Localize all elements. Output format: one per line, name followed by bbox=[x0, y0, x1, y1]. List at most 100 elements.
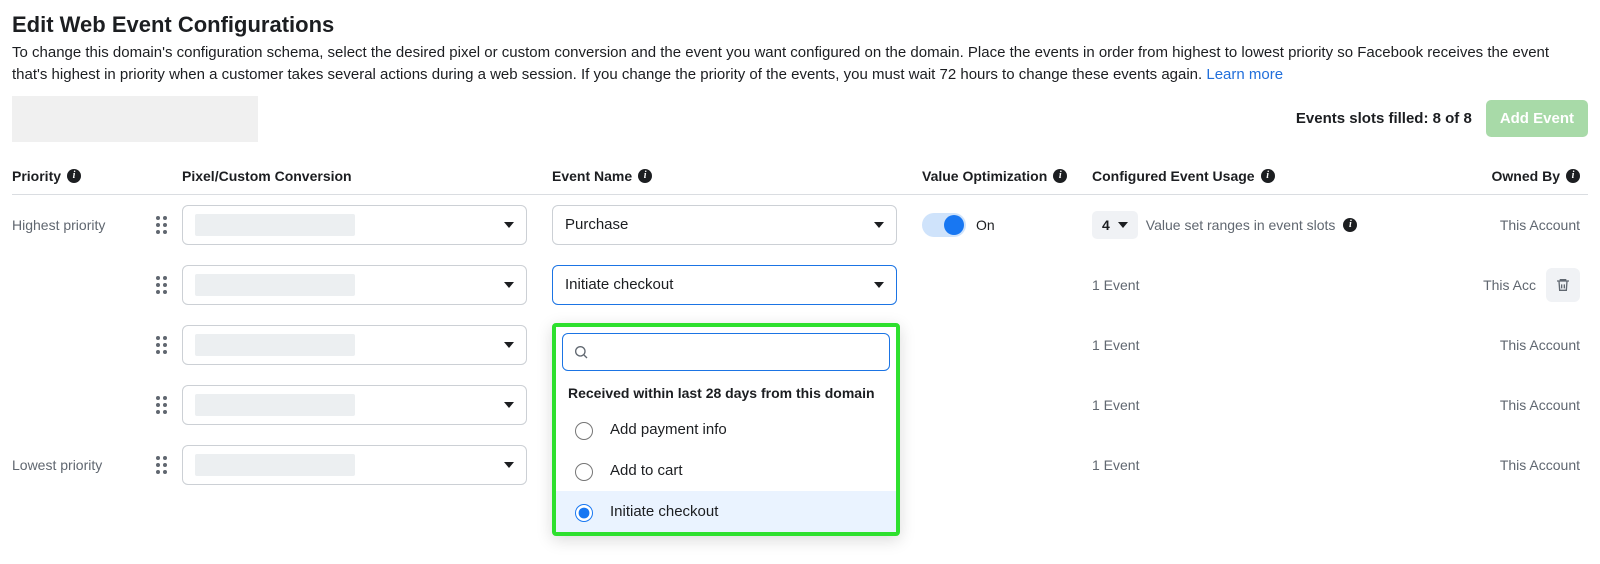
info-icon[interactable]: i bbox=[1053, 169, 1067, 183]
dropdown-option[interactable]: Add to cart bbox=[556, 450, 896, 491]
domain-placeholder bbox=[12, 96, 258, 142]
col-usage: Configured Event Usage i bbox=[1092, 168, 1382, 184]
priority-label: Lowest priority bbox=[12, 457, 102, 473]
col-event-name: Event Name i bbox=[552, 168, 922, 184]
dropdown-option-label: Add payment info bbox=[610, 421, 727, 438]
toggle-on-label: On bbox=[976, 217, 995, 233]
owned-by-cell: This Account bbox=[1382, 337, 1588, 353]
dropdown-option-label: Initiate checkout bbox=[610, 503, 718, 520]
priority-cell bbox=[12, 335, 182, 355]
pixel-placeholder bbox=[195, 214, 355, 236]
owned-by-cell: This Account bbox=[1382, 217, 1588, 233]
owner-text: This Acc bbox=[1483, 277, 1536, 293]
learn-more-link[interactable]: Learn more bbox=[1206, 66, 1283, 83]
usage-cell: 1 Event bbox=[1092, 277, 1382, 293]
priority-cell bbox=[12, 395, 182, 415]
event-name-value: Initiate checkout bbox=[565, 276, 673, 293]
dropdown-search bbox=[562, 333, 890, 371]
dropdown-section-header: Received within last 28 days from this d… bbox=[556, 379, 896, 409]
pixel-select[interactable] bbox=[182, 205, 527, 245]
value-range-chip[interactable]: 4 bbox=[1092, 211, 1138, 239]
chevron-down-icon bbox=[504, 342, 514, 348]
owned-by-cell: This Account bbox=[1382, 397, 1588, 413]
chevron-down-icon bbox=[504, 462, 514, 468]
chevron-down-icon bbox=[504, 282, 514, 288]
pixel-select[interactable] bbox=[182, 265, 527, 305]
dropdown-radio[interactable] bbox=[575, 463, 593, 481]
info-icon[interactable]: i bbox=[1566, 169, 1580, 183]
dropdown-search-input[interactable] bbox=[597, 342, 879, 361]
subtitle-text: To change this domain's configuration sc… bbox=[12, 44, 1549, 83]
usage-cell: 4 Value set ranges in event slots i bbox=[1092, 211, 1382, 239]
col-priority: Priority i bbox=[12, 168, 182, 184]
pixel-select[interactable] bbox=[182, 325, 527, 365]
drag-handle-icon[interactable] bbox=[154, 395, 168, 415]
info-icon[interactable]: i bbox=[67, 169, 81, 183]
chevron-down-icon bbox=[874, 282, 884, 288]
chevron-down-icon bbox=[504, 222, 514, 228]
dropdown-option[interactable]: Add payment info bbox=[556, 409, 896, 450]
col-owned-by: Owned By i bbox=[1382, 168, 1588, 184]
usage-cell: 1 Event bbox=[1092, 337, 1382, 353]
pixel-placeholder bbox=[195, 334, 355, 356]
value-range-count: 4 bbox=[1102, 217, 1110, 233]
usage-text: 1 Event bbox=[1092, 337, 1139, 353]
delete-row-button[interactable] bbox=[1546, 268, 1580, 302]
event-name-value: Purchase bbox=[565, 216, 628, 233]
value-range-caption: Value set ranges in event slots bbox=[1146, 217, 1336, 233]
table-row: Highest priority Purchase On 4 Value set ran… bbox=[12, 195, 1588, 255]
value-optimization-toggle[interactable] bbox=[922, 213, 966, 237]
event-name-select[interactable]: Purchase bbox=[552, 205, 897, 245]
table-header: Priority i Pixel/Custom Conversion Event… bbox=[12, 154, 1588, 195]
drag-handle-icon[interactable] bbox=[154, 215, 168, 235]
drag-handle-icon[interactable] bbox=[154, 455, 168, 475]
owned-by-cell: This Account bbox=[1382, 457, 1588, 473]
value-opt-cell: On bbox=[922, 213, 1092, 237]
priority-cell bbox=[12, 275, 182, 295]
drag-handle-icon[interactable] bbox=[154, 335, 168, 355]
dropdown-option[interactable]: Initiate checkout bbox=[556, 491, 896, 532]
add-event-button[interactable]: Add Event bbox=[1486, 100, 1588, 137]
dropdown-radio[interactable] bbox=[575, 422, 593, 440]
owner-text: This Account bbox=[1500, 337, 1580, 353]
drag-handle-icon[interactable] bbox=[154, 275, 168, 295]
col-valueopt-label: Value Optimization bbox=[922, 168, 1047, 184]
event-name-dropdown: Received within last 28 days from this d… bbox=[552, 323, 900, 536]
info-icon[interactable]: i bbox=[1343, 218, 1357, 232]
owner-text: This Account bbox=[1500, 397, 1580, 413]
pixel-select[interactable] bbox=[182, 445, 527, 485]
col-usage-label: Configured Event Usage bbox=[1092, 168, 1255, 184]
search-icon bbox=[573, 344, 589, 360]
dropdown-radio[interactable] bbox=[575, 504, 593, 522]
dropdown-option-label: Add to cart bbox=[610, 462, 683, 479]
info-icon[interactable]: i bbox=[1261, 169, 1275, 183]
priority-cell: Highest priority bbox=[12, 215, 182, 235]
pixel-placeholder bbox=[195, 274, 355, 296]
col-owned-label: Owned By bbox=[1492, 168, 1560, 184]
col-event-label: Event Name bbox=[552, 168, 632, 184]
col-pixel: Pixel/Custom Conversion bbox=[182, 168, 552, 184]
chevron-down-icon bbox=[1118, 222, 1128, 228]
col-priority-label: Priority bbox=[12, 168, 61, 184]
chevron-down-icon bbox=[504, 402, 514, 408]
event-name-select[interactable]: Initiate checkout bbox=[552, 265, 897, 305]
chevron-down-icon bbox=[874, 222, 884, 228]
priority-label: Highest priority bbox=[12, 217, 105, 233]
table-row: Initiate checkout 1 Event This Acc bbox=[12, 255, 1588, 315]
usage-text: 1 Event bbox=[1092, 457, 1139, 473]
owner-text: This Account bbox=[1500, 217, 1580, 233]
pixel-placeholder bbox=[195, 454, 355, 476]
usage-text: 1 Event bbox=[1092, 397, 1139, 413]
usage-cell: 1 Event bbox=[1092, 397, 1382, 413]
info-icon[interactable]: i bbox=[638, 169, 652, 183]
col-value-opt: Value Optimization i bbox=[922, 168, 1092, 184]
col-pixel-label: Pixel/Custom Conversion bbox=[182, 168, 352, 184]
page-title: Edit Web Event Configurations bbox=[12, 12, 1588, 38]
priority-cell: Lowest priority bbox=[12, 455, 182, 475]
usage-text: 1 Event bbox=[1092, 277, 1139, 293]
page-subtitle: To change this domain's configuration sc… bbox=[12, 42, 1572, 86]
slots-filled-text: Events slots filled: 8 of 8 bbox=[1296, 110, 1472, 127]
usage-cell: 1 Event bbox=[1092, 457, 1382, 473]
pixel-select[interactable] bbox=[182, 385, 527, 425]
owned-by-cell: This Acc bbox=[1382, 268, 1588, 302]
